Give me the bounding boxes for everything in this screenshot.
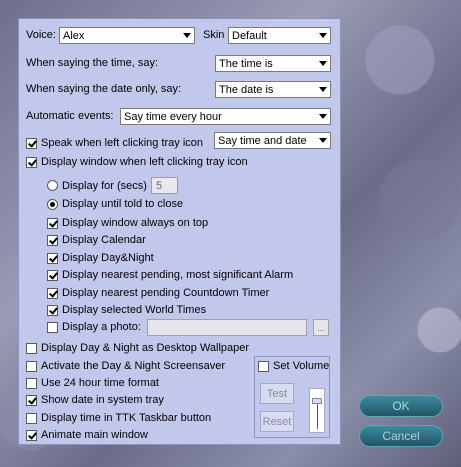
bottom-animate[interactable]: Animate main window [26, 429, 148, 441]
bottom-checkbox[interactable] [26, 412, 37, 424]
chevron-down-icon [319, 33, 327, 38]
bottom-taskbar[interactable]: Display time in TTK Taskbar button [26, 412, 211, 424]
option-checkbox[interactable] [47, 287, 58, 299]
speak-click-checkbox[interactable] [26, 137, 37, 149]
option-checkbox[interactable] [47, 321, 58, 333]
date-say-row: When saying the date only, say: [26, 83, 181, 95]
bottom-label: Display Day & Night as Desktop Wallpaper [41, 342, 250, 354]
bottom-wallpaper[interactable]: Display Day & Night as Desktop Wallpaper [26, 342, 249, 354]
bottom-checkbox[interactable] [26, 360, 37, 372]
display-window-checkbox[interactable] [26, 156, 37, 168]
chevron-down-icon [319, 114, 327, 119]
display-until-row[interactable]: Display until told to close [47, 198, 183, 210]
bottom-date-tray[interactable]: Show date in system tray [26, 394, 164, 406]
auto-events-value: Say time every hour [124, 110, 222, 123]
speak-click-value: Say time and date [218, 134, 307, 147]
skin-value: Default [232, 29, 267, 42]
date-say-select[interactable]: The date is [215, 81, 331, 98]
option-checkbox[interactable] [47, 217, 58, 229]
bottom-label: Display time in TTK Taskbar button [41, 412, 212, 424]
bottom-label: Activate the Day & Night Screensaver [41, 360, 226, 372]
bottom-checkbox[interactable] [26, 342, 37, 354]
skin-select[interactable]: Default [228, 27, 331, 44]
volume-slider-thumb[interactable] [312, 398, 322, 405]
set-volume-label: Set Volume [273, 360, 330, 372]
set-volume-checkbox[interactable] [258, 360, 269, 372]
photo-path-input[interactable] [147, 319, 307, 336]
option-always-on-top[interactable]: Display window always on top [47, 217, 208, 229]
cancel-button[interactable]: Cancel [359, 425, 443, 447]
display-for-radio[interactable] [47, 180, 58, 191]
display-window-row[interactable]: Display window when left clicking tray i… [26, 156, 248, 168]
option-label: Display selected World Times [62, 304, 207, 316]
chevron-down-icon [319, 138, 327, 143]
option-countdown[interactable]: Display nearest pending Countdown Timer [47, 287, 269, 299]
display-secs-input[interactable]: 5 [150, 177, 178, 194]
skin-label: Skin [203, 29, 225, 41]
option-label: Display a photo: [62, 321, 141, 333]
option-label: Display window always on top [62, 217, 209, 229]
auto-events-select[interactable]: Say time every hour [120, 108, 331, 125]
option-label: Display nearest pending, most significan… [62, 269, 294, 281]
skin-row: Skin [203, 29, 224, 41]
chevron-down-icon [183, 33, 191, 38]
option-checkbox[interactable] [47, 304, 58, 316]
speak-click-select[interactable]: Say time and date [214, 132, 331, 149]
time-say-row: When saying the time, say: [26, 57, 158, 69]
auto-events-row: Automatic events: [26, 110, 113, 122]
volume-reset-button[interactable]: Reset [260, 411, 294, 432]
option-day-night[interactable]: Display Day&Night [47, 252, 154, 264]
option-alarm[interactable]: Display nearest pending, most significan… [47, 269, 293, 281]
display-window-label: Display window when left clicking tray i… [41, 156, 248, 168]
option-label: Display Day&Night [62, 252, 154, 264]
bottom-checkbox[interactable] [26, 429, 37, 441]
auto-events-label: Automatic events: [26, 110, 114, 122]
option-checkbox[interactable] [47, 269, 58, 281]
voice-value: Alex [63, 29, 85, 42]
volume-slider[interactable] [309, 388, 325, 433]
display-for-row[interactable]: Display for (secs) 5 [47, 177, 178, 194]
bottom-label: Use 24 hour time format [41, 377, 159, 389]
settings-panel: Voice: Alex Skin Default When saying the… [18, 18, 341, 445]
option-label: Display Calendar [62, 234, 146, 246]
bottom-checkbox[interactable] [26, 394, 37, 406]
photo-browse-button[interactable]: ... [313, 319, 329, 336]
date-say-value: The date is [219, 83, 274, 96]
speak-click-label: Speak when left clicking tray icon [41, 137, 204, 149]
ok-button[interactable]: OK [359, 395, 443, 417]
voice-label: Voice: [26, 29, 56, 41]
volume-slider-track [317, 401, 318, 429]
bottom-label: Animate main window [41, 429, 148, 441]
volume-group: Set Volume Test Reset [254, 356, 330, 438]
option-label: Display nearest pending Countdown Timer [62, 287, 270, 299]
display-for-label: Display for (secs) [62, 179, 147, 192]
time-say-select[interactable]: The time is [215, 55, 331, 72]
display-until-radio[interactable] [47, 198, 58, 210]
date-say-label: When saying the date only, say: [26, 83, 182, 95]
bottom-label: Show date in system tray [41, 394, 164, 406]
bottom-24-hour[interactable]: Use 24 hour time format [26, 377, 159, 389]
voice-select[interactable]: Alex [59, 27, 195, 44]
option-checkbox[interactable] [47, 252, 58, 264]
speak-click-row[interactable]: Speak when left clicking tray icon [26, 137, 203, 149]
time-say-value: The time is [219, 57, 273, 70]
display-until-label: Display until told to close [62, 198, 184, 210]
option-calendar[interactable]: Display Calendar [47, 234, 146, 246]
option-world-times[interactable]: Display selected World Times [47, 304, 206, 316]
bottom-screensaver[interactable]: Activate the Day & Night Screensaver [26, 360, 225, 372]
option-photo[interactable]: Display a photo: [47, 321, 141, 333]
set-volume-row[interactable]: Set Volume [258, 360, 329, 372]
volume-test-button[interactable]: Test [260, 383, 294, 404]
chevron-down-icon [319, 61, 327, 66]
voice-row: Voice: [26, 29, 56, 41]
option-checkbox[interactable] [47, 234, 58, 246]
time-say-label: When saying the time, say: [26, 57, 159, 69]
bottom-checkbox[interactable] [26, 377, 37, 389]
chevron-down-icon [319, 87, 327, 92]
